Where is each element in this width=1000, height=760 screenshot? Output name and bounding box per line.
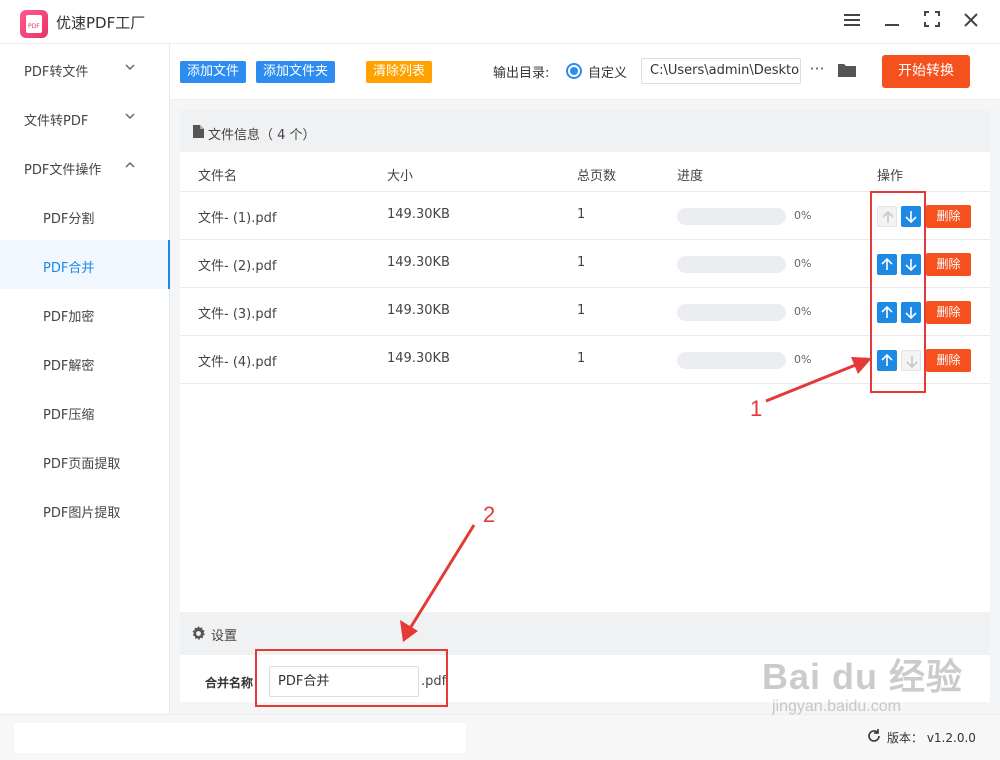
sidebar-item-label: PDF分割 (43, 212, 95, 227)
settings-title: 设置 (211, 629, 238, 644)
file-name: 文件- (4).pdf (198, 355, 277, 370)
gear-icon (192, 626, 206, 641)
add-file-button[interactable]: 添加文件 (180, 61, 247, 83)
delete-button[interactable]: 删除 (926, 349, 971, 372)
column-header-size: 大小 (387, 169, 414, 184)
sidebar-item-pdf-encrypt[interactable]: PDF加密 (0, 289, 170, 338)
chevron-down-icon (125, 113, 135, 120)
custom-radio[interactable] (566, 63, 582, 79)
sidebar-item-label: PDF转文件 (24, 65, 89, 80)
progress-percent: 0% (794, 209, 812, 222)
file-size: 149.30KB (387, 303, 450, 318)
version-label: 版本： v1.2.0.0 (887, 731, 976, 745)
sidebar-item-label: PDF文件操作 (24, 163, 102, 178)
page-count: 1 (577, 207, 586, 222)
file-name: 文件- (1).pdf (198, 211, 277, 226)
column-header-actions: 操作 (877, 169, 904, 184)
sidebar-item-file-to-pdf[interactable]: 文件转PDF (0, 93, 170, 142)
sidebar-item-pdf-merge[interactable]: PDF合并 (0, 240, 170, 289)
annotation-box-1 (870, 191, 926, 393)
file-name: 文件- (2).pdf (198, 259, 277, 274)
sidebar-item-label: PDF加密 (43, 310, 95, 325)
minimize-icon[interactable] (880, 10, 904, 34)
output-dir-label: 输出目录: (493, 66, 550, 81)
sidebar-item-pdf-decrypt[interactable]: PDF解密 (0, 338, 170, 387)
progress-percent: 0% (794, 257, 812, 270)
clear-list-button[interactable]: 清除列表 (366, 61, 433, 83)
delete-button[interactable]: 删除 (926, 253, 971, 276)
maximize-icon[interactable] (920, 10, 944, 34)
file-list-panel: 文件信息（ 4 个） 文件名 大小 总页数 进度 操作 文件- (1).pdf … (180, 110, 990, 612)
column-header-name: 文件名 (198, 169, 238, 184)
sidebar: PDF转文件 文件转PDF PDF文件操作 PDF分割 PDF合并 PDF加密 … (0, 44, 170, 714)
close-icon[interactable] (959, 10, 983, 34)
svg-text:PDF: PDF (28, 23, 40, 30)
watermark-url: jingyan.baidu.com (772, 698, 901, 715)
progress-bar (677, 352, 786, 369)
menu-icon[interactable] (840, 10, 864, 34)
progress-percent: 0% (794, 353, 812, 366)
app-title: 优速PDF工厂 (56, 14, 146, 32)
refresh-icon[interactable] (867, 729, 881, 743)
sidebar-item-label: PDF合并 (43, 261, 95, 276)
chevron-down-icon (125, 64, 135, 71)
document-icon (193, 125, 204, 138)
more-icon[interactable]: ··· (807, 58, 827, 84)
progress-bar (677, 208, 786, 225)
custom-radio-label[interactable]: 自定义 (588, 62, 627, 81)
merge-name-label: 合并名称 (205, 676, 254, 690)
file-info-title: 文件信息（ 4 个） (208, 128, 316, 143)
baidu-jingyan-watermark: Bai du 经验 jingyan.baidu.com (762, 648, 963, 716)
page-count: 1 (577, 303, 586, 318)
start-convert-button[interactable]: 开始转换 (882, 55, 970, 88)
table-row: 文件- (4).pdf 149.30KB 1 0% 删除 (180, 336, 990, 384)
progress-percent: 0% (794, 305, 812, 318)
file-size: 149.30KB (387, 351, 450, 366)
sidebar-item-pdf-operations[interactable]: PDF文件操作 (0, 142, 170, 191)
app-logo: PDF (20, 10, 48, 38)
sidebar-item-label: PDF压缩 (43, 408, 95, 423)
sidebar-item-label: PDF页面提取 (43, 457, 121, 472)
progress-bar (677, 304, 786, 321)
watermark-logo: Bai du 经验 (762, 656, 964, 697)
page-count: 1 (577, 255, 586, 270)
column-header-pages: 总页数 (577, 169, 617, 184)
title-bar: PDF 优速PDF工厂 (0, 0, 1000, 44)
sidebar-item-label: 文件转PDF (24, 114, 89, 129)
sidebar-item-pdf-compress[interactable]: PDF压缩 (0, 387, 170, 436)
delete-button[interactable]: 删除 (926, 205, 971, 228)
file-size: 149.30KB (387, 207, 450, 222)
table-row: 文件- (1).pdf 149.30KB 1 0% 删除 (180, 192, 990, 240)
sidebar-item-pdf-to-file[interactable]: PDF转文件 (0, 44, 170, 93)
file-info-header: 文件信息（ 4 个） (180, 110, 990, 152)
status-field (14, 723, 466, 753)
add-folder-button[interactable]: 添加文件夹 (256, 61, 336, 83)
chevron-up-icon (125, 161, 135, 168)
file-size: 149.30KB (387, 255, 450, 270)
annotation-number-1: 1 (750, 396, 763, 421)
sidebar-item-pdf-page-extract[interactable]: PDF页面提取 (0, 436, 170, 485)
progress-bar (677, 256, 786, 273)
sidebar-item-pdf-image-extract[interactable]: PDF图片提取 (0, 485, 170, 534)
status-bar: 版本： v1.2.0.0 (0, 714, 1000, 760)
table-row: 文件- (3).pdf 149.30KB 1 0% 删除 (180, 288, 990, 336)
delete-button[interactable]: 删除 (926, 301, 971, 324)
sidebar-item-label: PDF解密 (43, 359, 95, 374)
page-count: 1 (577, 351, 586, 366)
column-header-progress: 进度 (677, 169, 704, 184)
annotation-number-2: 2 (483, 502, 496, 527)
sidebar-item-pdf-split[interactable]: PDF分割 (0, 191, 170, 240)
output-path-input[interactable]: C:\Users\admin\Deskto (641, 58, 801, 84)
toolbar: 添加文件 添加文件夹 清除列表 输出目录: 自定义 C:\Users\admin… (170, 44, 1000, 100)
file-name: 文件- (3).pdf (198, 307, 277, 322)
table-row: 文件- (2).pdf 149.30KB 1 0% 删除 (180, 240, 990, 288)
folder-icon[interactable] (837, 61, 857, 79)
annotation-box-2 (255, 649, 448, 707)
sidebar-item-label: PDF图片提取 (43, 506, 121, 521)
